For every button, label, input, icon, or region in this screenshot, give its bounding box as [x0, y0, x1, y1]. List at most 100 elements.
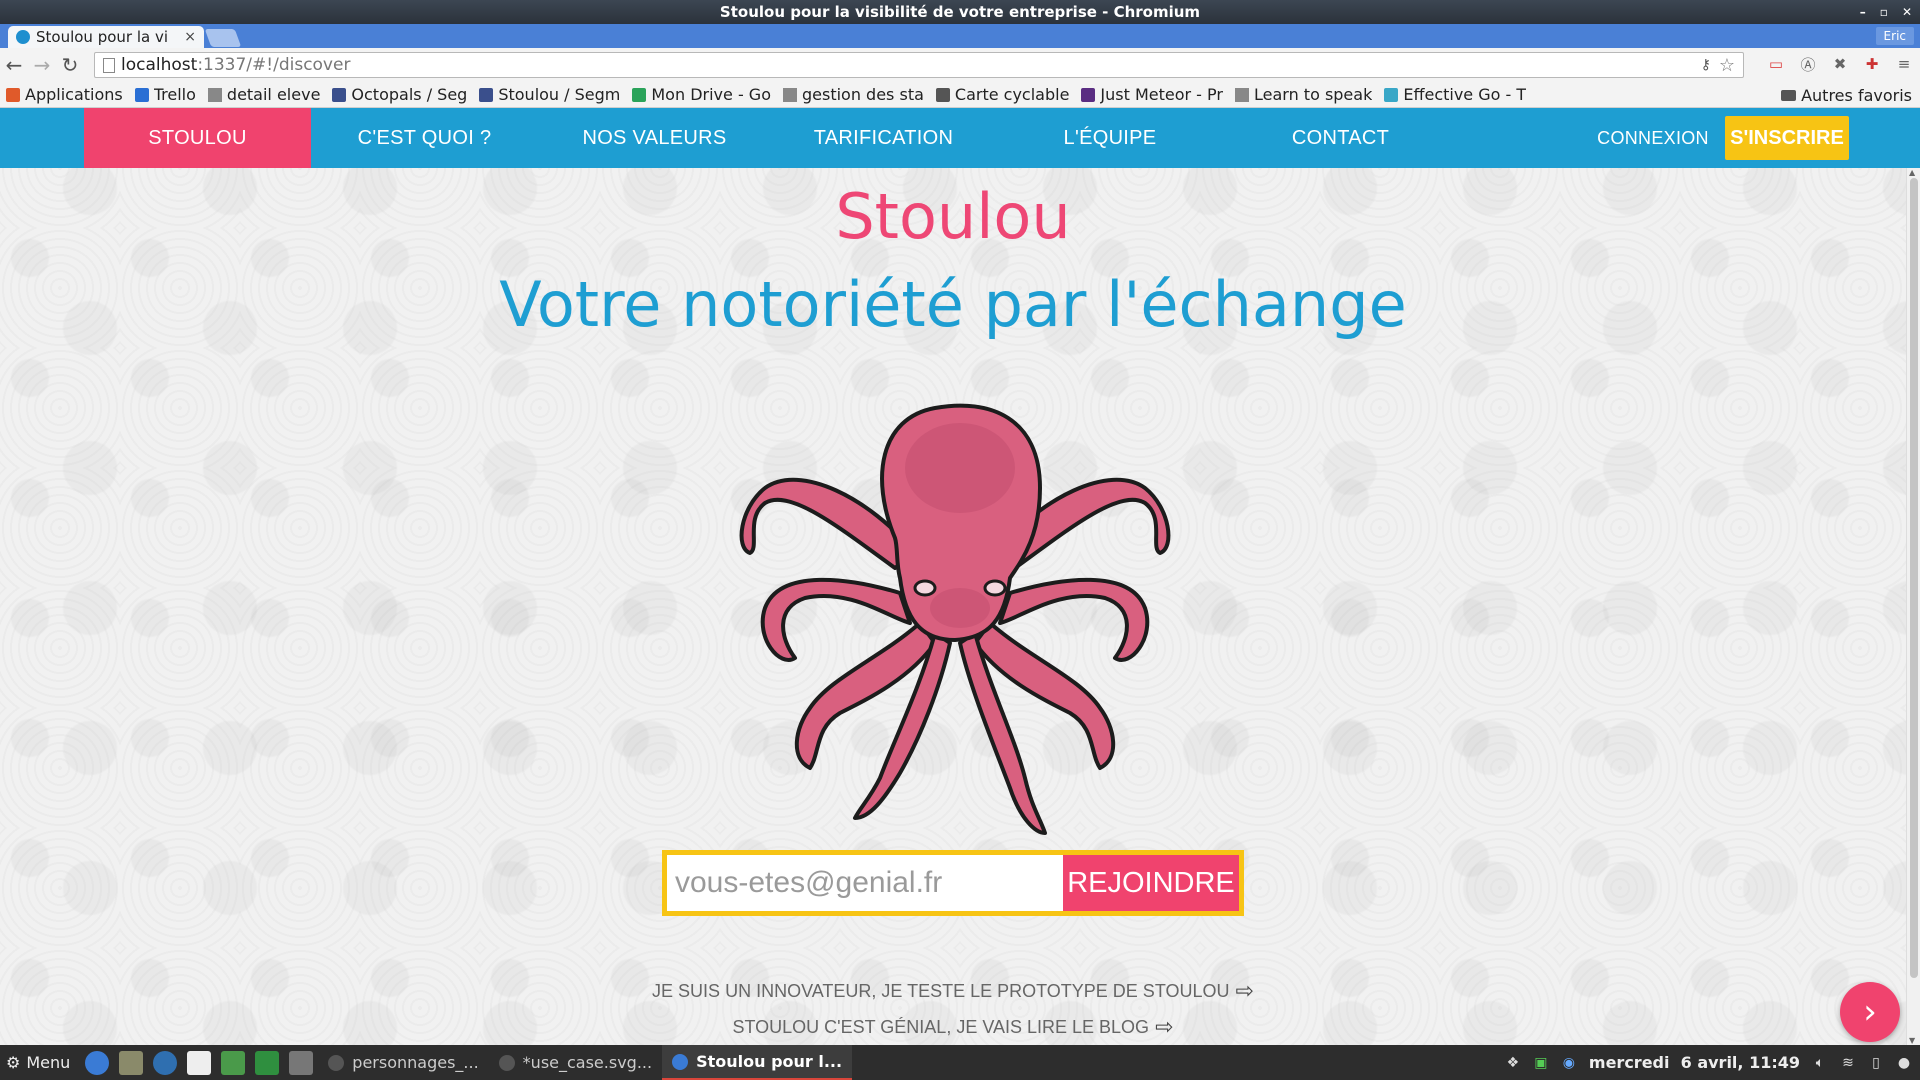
segment-icon: [332, 87, 347, 102]
nav-item-equipe[interactable]: L'ÉQUIPE: [996, 108, 1224, 168]
drive-icon: [632, 87, 647, 102]
bookmark-item[interactable]: detail eleve: [207, 85, 320, 104]
system-tray: ❖ ▣ ◉ mercredi 6 avril, 11:49 🔈︎ ≋ ▯ ●: [1505, 1045, 1912, 1080]
thunderbird-icon[interactable]: [153, 1050, 178, 1075]
forward-arrow-icon[interactable]: →: [28, 51, 56, 79]
extension-page-icon[interactable]: ▭: [1766, 54, 1786, 74]
wifi-icon[interactable]: ≋: [1840, 1055, 1856, 1071]
extension-red-icon[interactable]: ✚: [1862, 54, 1882, 74]
blog-link-label: STOULOU C'EST GÉNIAL, JE VAIS LIRE LE BL…: [732, 1016, 1150, 1037]
battery-icon[interactable]: ▯: [1868, 1055, 1884, 1071]
nav-item-nos-valeurs[interactable]: NOS VALEURS: [538, 108, 771, 168]
next-section-button[interactable]: ›: [1840, 982, 1900, 1042]
text-editor-icon[interactable]: [187, 1050, 212, 1075]
maximize-icon[interactable]: ▫: [1880, 5, 1888, 19]
page-scrollbar[interactable]: ▲ ▼: [1906, 168, 1920, 1045]
window-titlebar: Stoulou pour la visibilité de votre entr…: [0, 0, 1920, 24]
task-label: Stoulou pour l...: [696, 1052, 843, 1071]
menu-label: Menu: [26, 1053, 71, 1072]
website-viewport: STOULOU C'EST QUOI ? NOS VALEURS TARIFIC…: [0, 108, 1920, 1045]
start-menu-button[interactable]: ⚙ Menu: [0, 1053, 80, 1072]
bookmark-label: Trello: [153, 85, 196, 104]
hero-title: Stoulou: [835, 180, 1071, 253]
scrollbar-thumb[interactable]: [1910, 178, 1918, 978]
segment-icon: [479, 87, 494, 102]
minimize-icon[interactable]: –: [1860, 5, 1866, 19]
join-button[interactable]: REJOINDRE: [1063, 855, 1239, 911]
other-bookmarks-folder[interactable]: Autres favoris: [1781, 86, 1912, 105]
tools-icon[interactable]: [221, 1050, 246, 1075]
browser-toolbar: ← → ↻ localhost:1337/#!/discover ⚷ ☆ ▭ Ⓐ…: [0, 48, 1920, 82]
bookmark-label: Carte cyclable: [954, 85, 1070, 104]
nav-item-cest-quoi[interactable]: C'EST QUOI ?: [311, 108, 538, 168]
bookmark-item[interactable]: Trello: [134, 85, 196, 104]
bookmark-item[interactable]: Learn to speak: [1234, 85, 1373, 104]
browser-tab[interactable]: Stoulou pour la vi ×: [8, 26, 204, 48]
page-icon: [782, 87, 797, 102]
bookmark-label: Learn to speak: [1253, 85, 1373, 104]
extension-icons: ▭ Ⓐ ✖ ✚ ≡: [1766, 54, 1914, 74]
terminal-icon[interactable]: [255, 1050, 280, 1075]
address-bar[interactable]: localhost:1337/#!/discover ⚷ ☆: [94, 52, 1744, 78]
bookmark-item[interactable]: Mon Drive - Go: [632, 85, 771, 104]
bookmark-item[interactable]: gestion des sta: [782, 85, 924, 104]
blog-link[interactable]: STOULOU C'EST GÉNIAL, JE VAIS LIRE LE BL…: [0, 1014, 1906, 1040]
user-icon[interactable]: ●: [1896, 1055, 1912, 1071]
task-inkscape-use-case[interactable]: *use_case.svg...: [489, 1045, 662, 1080]
bookmark-item[interactable]: Octopals / Seg: [332, 85, 467, 104]
bookmark-item[interactable]: Carte cyclable: [935, 85, 1070, 104]
extension-x-icon[interactable]: ✖: [1830, 54, 1850, 74]
bookmark-label: gestion des sta: [801, 85, 924, 104]
other-bookmarks-label: Autres favoris: [1801, 86, 1912, 105]
sign-out-icon: ⇨: [1235, 978, 1254, 1003]
go-icon: [1384, 87, 1399, 102]
browser-menu-icon[interactable]: ≡: [1894, 54, 1914, 74]
clock[interactable]: mercredi 6 avril, 11:49: [1589, 1053, 1800, 1072]
bookmark-item[interactable]: Stoulou / Segm: [479, 85, 620, 104]
url-host: localhost: [121, 55, 198, 75]
bookmark-item[interactable]: Applications: [6, 85, 123, 104]
apps-grid-icon: [6, 87, 20, 102]
volume-icon[interactable]: 🔈︎: [1812, 1055, 1828, 1071]
page-info-icon[interactable]: [103, 57, 115, 73]
task-inkscape-personnages[interactable]: personnages_...: [318, 1045, 488, 1080]
profile-button[interactable]: Eric: [1875, 27, 1914, 45]
task-label: *use_case.svg...: [522, 1053, 653, 1072]
nav-item-tarification[interactable]: TARIFICATION: [771, 108, 996, 168]
chromium-icon: [672, 1053, 689, 1070]
bike-icon: [935, 87, 950, 102]
email-input[interactable]: [667, 855, 1063, 911]
newsletter-form: REJOINDRE: [662, 850, 1244, 916]
prototype-link[interactable]: JE SUIS UN INNOVATEUR, JE TESTE LE PROTO…: [0, 978, 1906, 1004]
meteor-icon: [1081, 87, 1096, 102]
scroll-down-icon[interactable]: ▼: [1909, 1036, 1915, 1045]
bookmark-star-icon[interactable]: ☆: [1719, 55, 1735, 76]
sign-out-icon: ⇨: [1155, 1014, 1174, 1039]
file-manager-icon[interactable]: [119, 1050, 144, 1075]
reload-icon[interactable]: ↻: [56, 51, 84, 79]
bookmark-item[interactable]: Just Meteor - Pr: [1081, 85, 1223, 104]
nav-item-contact[interactable]: CONTACT: [1224, 108, 1457, 168]
new-tab-button[interactable]: [204, 29, 242, 47]
signup-button[interactable]: S'INSCRIRE: [1725, 116, 1849, 160]
screenshot-icon[interactable]: [289, 1050, 314, 1075]
stoulou-favicon-icon: [16, 30, 30, 44]
nav-brand-stoulou[interactable]: STOULOU: [84, 108, 311, 168]
tab-close-icon[interactable]: ×: [184, 29, 196, 45]
network-monitor-icon[interactable]: ▣: [1533, 1055, 1549, 1071]
tab-title: Stoulou pour la vi: [36, 28, 169, 46]
chromium-launcher-icon[interactable]: [85, 1050, 110, 1075]
task-chromium-stoulou[interactable]: Stoulou pour l...: [662, 1045, 853, 1080]
bookmark-label: Stoulou / Segm: [498, 85, 621, 104]
hero-subtitle: Votre notoriété par l'échange: [499, 268, 1407, 341]
key-icon[interactable]: ⚷: [1701, 57, 1711, 73]
dropbox-icon[interactable]: ❖: [1505, 1055, 1521, 1071]
chromium-tray-icon[interactable]: ◉: [1561, 1055, 1577, 1071]
back-arrow-icon[interactable]: ←: [0, 51, 28, 79]
tab-strip: Stoulou pour la vi × Eric: [0, 24, 1920, 48]
close-window-icon[interactable]: ✕: [1902, 5, 1912, 19]
scroll-up-icon[interactable]: ▲: [1909, 168, 1915, 177]
bookmark-item[interactable]: Effective Go - T: [1384, 85, 1526, 104]
nav-login[interactable]: CONNEXION: [1590, 108, 1716, 168]
extension-a-icon[interactable]: Ⓐ: [1798, 54, 1818, 74]
